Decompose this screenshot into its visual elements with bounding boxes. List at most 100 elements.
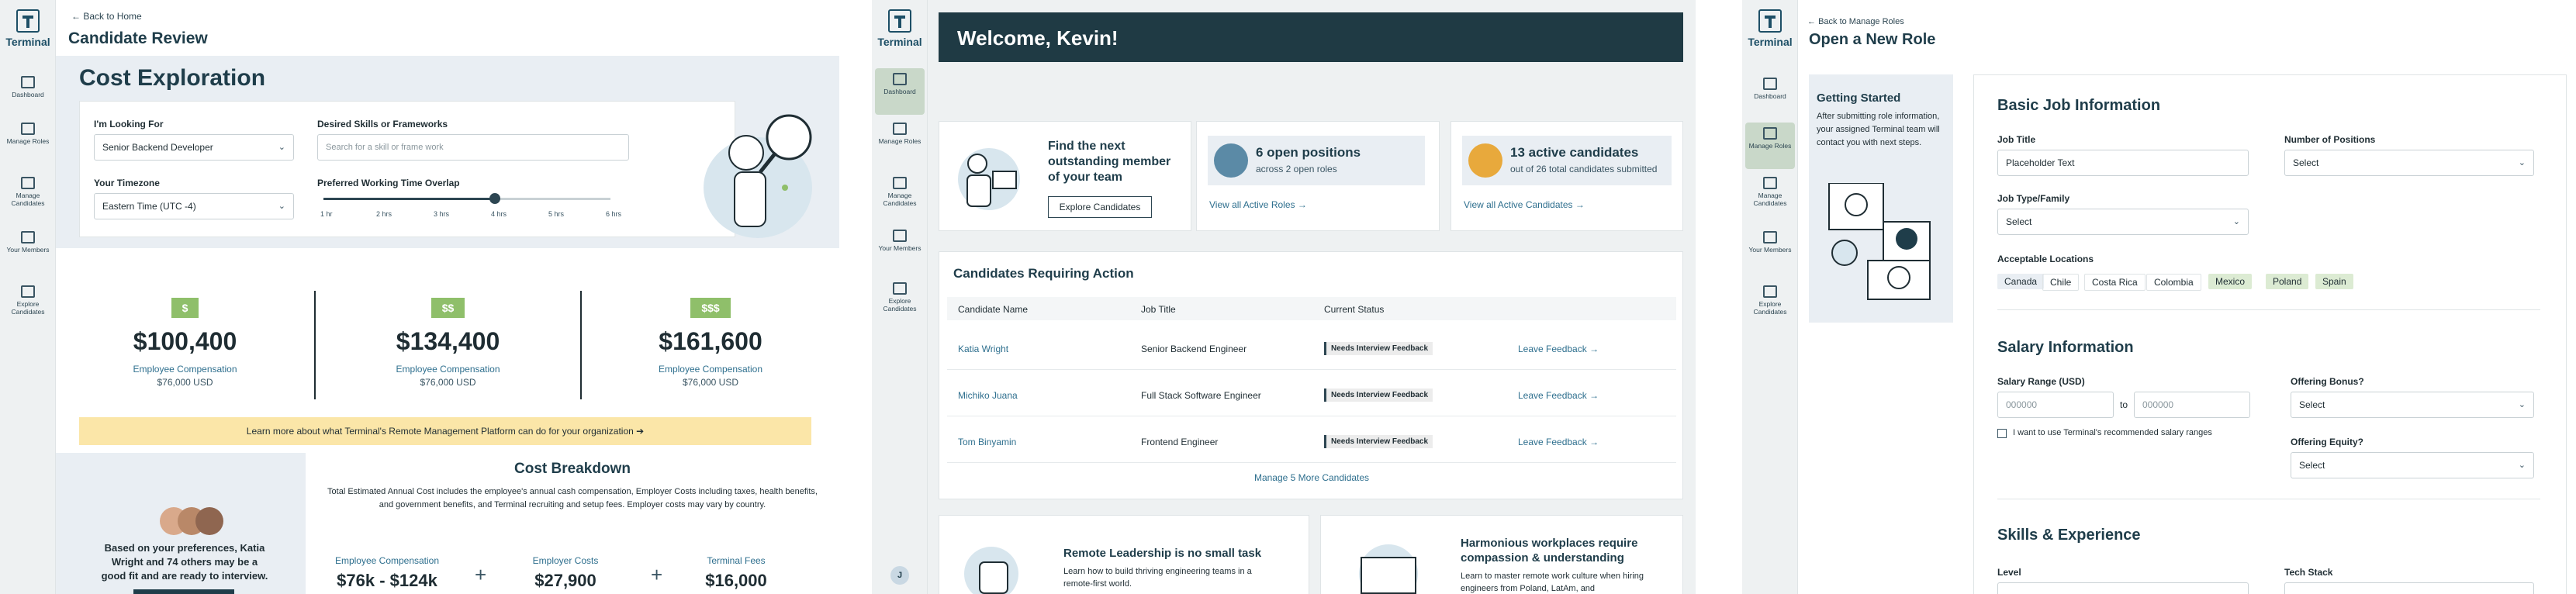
tier-card[interactable]: $$ $134,400 Employee Compensation $76,00…	[316, 287, 580, 388]
candidates-icon	[1468, 143, 1502, 178]
job-type-label: Job Type/Family	[1997, 193, 2070, 204]
arrow-right-icon: →	[1589, 390, 1599, 401]
match-button[interactable]	[133, 589, 234, 594]
candidate-name-link[interactable]: Michiko Juana	[958, 390, 1018, 401]
tier-card[interactable]: $ $100,400 Employee Compensation $76,000…	[56, 287, 314, 388]
nav-dashboard[interactable]: Dashboard	[3, 71, 53, 118]
location-tag[interactable]: Mexico	[2208, 274, 2253, 289]
nav-manage-roles[interactable]: Manage Roles	[875, 118, 925, 164]
candidate-name-link[interactable]: Tom Binyamin	[958, 437, 1016, 447]
nav-label: Dashboard	[12, 91, 44, 98]
tier-badge: $	[171, 298, 199, 318]
terminal-logo[interactable]: Terminal	[5, 9, 51, 48]
sidebar: Terminal Dashboard Manage Roles Manage C…	[0, 0, 56, 594]
arrow-right-icon: →	[1297, 199, 1307, 210]
column-header: Candidate Name	[958, 304, 1029, 315]
back-link[interactable]: ← Back to Manage Roles	[1807, 17, 1904, 26]
terminal-logo-icon	[888, 9, 911, 33]
nav-manage-candidates[interactable]: Manage Candidates	[875, 172, 925, 219]
cost-item: Employee Compensation $76k - $124k	[329, 555, 445, 591]
promo-card[interactable]: Harmonious workplaces require compassion…	[1320, 515, 1683, 594]
table-row[interactable]: Tom Binyamin Frontend Engineer Needs Int…	[947, 420, 1676, 463]
table-row[interactable]: Katia Wright Senior Backend Engineer Nee…	[947, 326, 1676, 370]
getting-started-text: After submitting role information, your …	[1817, 112, 1940, 147]
salary-max-input[interactable]: 000000	[2134, 392, 2250, 418]
job-title: Frontend Engineer	[1141, 437, 1219, 447]
platform-banner[interactable]: Learn more about what Terminal's Remote …	[79, 417, 811, 445]
positions-select-value: Select	[2293, 157, 2319, 168]
nav-explore-candidates[interactable]: Explore Candidates	[1745, 281, 1795, 327]
cost-exploration-panel: Cost Exploration I'm Looking For Senior …	[56, 56, 839, 248]
tier-card[interactable]: $$$ $161,600 Employee Compensation $76,0…	[582, 287, 839, 388]
logo-text: Terminal	[1748, 36, 1793, 48]
timezone-label: Your Timezone	[94, 178, 160, 188]
logo-text: Terminal	[877, 36, 922, 48]
tech-stack-select[interactable]	[2284, 582, 2534, 594]
nav-dashboard[interactable]: Dashboard	[875, 68, 925, 115]
job-title-input[interactable]: Placeholder Text	[1997, 150, 2249, 176]
location-tag[interactable]: Spain	[2315, 274, 2353, 289]
salary-title: Salary Information	[1997, 339, 2134, 356]
view-candidates-link[interactable]: View all Active Candidates →	[1464, 199, 1585, 210]
bonus-label: Offering Bonus?	[2291, 376, 2364, 387]
recommended-salary-checkbox[interactable]	[1997, 429, 2007, 438]
looking-label: I'm Looking For	[94, 119, 164, 130]
nav-explore-candidates[interactable]: Explore Candidates	[3, 281, 53, 327]
back-link[interactable]: ← Back to Home	[71, 11, 142, 22]
nav-explore-candidates[interactable]: Explore Candidates	[875, 278, 925, 324]
candidate-name-link[interactable]: Katia Wright	[958, 344, 1008, 354]
leave-feedback-link[interactable]: Leave Feedback →	[1518, 437, 1599, 447]
new-role-screen: Terminal Dashboard Manage Roles Manage C…	[1742, 0, 2576, 594]
location-tag[interactable]: Poland	[2266, 274, 2309, 289]
overlap-slider-fill	[323, 198, 496, 200]
nav-manage-candidates[interactable]: Manage Candidates	[1745, 172, 1795, 219]
nav-label: Manage Candidates	[883, 192, 917, 207]
tier-badge: $$	[430, 298, 465, 318]
skills-title: Skills & Experience	[1997, 527, 2141, 544]
nav-dashboard[interactable]: Dashboard	[1745, 73, 1795, 119]
timezone-select[interactable]: Eastern Time (UTC -4) ⌄	[94, 193, 294, 219]
location-tag[interactable]: Chile	[2042, 274, 2080, 291]
column-header: Current Status	[1324, 304, 1385, 315]
table-row[interactable]: Michiko Juana Full Stack Software Engine…	[947, 373, 1676, 416]
terminal-logo[interactable]: Terminal	[1747, 9, 1793, 48]
terminal-logo[interactable]: Terminal	[877, 9, 923, 48]
role-select[interactable]: Senior Backend Developer ⌄	[94, 134, 294, 161]
positions-label: Number of Positions	[2284, 134, 2376, 145]
chevron-down-icon: ⌄	[278, 143, 285, 152]
overlap-slider-handle[interactable]	[489, 193, 500, 204]
nav-your-members[interactable]: Your Members	[3, 226, 53, 273]
level-select[interactable]	[1997, 582, 2249, 594]
promo-title: Harmonious workplaces require compassion…	[1461, 537, 1638, 565]
location-tag[interactable]: Costa Rica	[2084, 274, 2146, 291]
equity-select[interactable]: Select ⌄	[2291, 452, 2534, 478]
nav-your-members[interactable]: Your Members	[1745, 226, 1795, 273]
location-tag[interactable]: Colombia	[2146, 274, 2201, 291]
positions-select[interactable]: Select ⌄	[2284, 150, 2534, 176]
explore-candidates-button[interactable]: Explore Candidates	[1048, 196, 1152, 218]
salary-range-label: Salary Range (USD)	[1997, 376, 2085, 387]
search-icon	[893, 282, 907, 295]
bonus-select-value: Select	[2299, 399, 2325, 410]
nav-your-members[interactable]: Your Members	[875, 225, 925, 271]
location-tag[interactable]: Canada	[1997, 274, 2045, 289]
bonus-select[interactable]: Select ⌄	[2291, 392, 2534, 418]
job-type-select[interactable]: Select ⌄	[1997, 209, 2249, 235]
user-avatar[interactable]: J	[890, 566, 909, 585]
candidate-review-screen: Terminal Dashboard Manage Roles Manage C…	[0, 0, 839, 594]
promo-card[interactable]: Remote Leadership is no small task Learn…	[939, 515, 1309, 594]
nav-manage-roles[interactable]: Manage Roles	[3, 118, 53, 164]
section-heading: Cost Exploration	[79, 65, 266, 91]
skills-search-input[interactable]: Search for a skill or frame work	[317, 134, 629, 161]
nav-manage-roles[interactable]: Manage Roles	[1745, 123, 1795, 169]
getting-started-panel: Getting Started After submitting role in…	[1809, 74, 1953, 323]
leave-feedback-link[interactable]: Leave Feedback →	[1518, 390, 1599, 401]
dashboard-icon	[893, 73, 907, 85]
salary-min-input[interactable]: 000000	[1997, 392, 2114, 418]
manage-more-link[interactable]: Manage 5 More Candidates	[939, 472, 1684, 483]
leave-feedback-link[interactable]: Leave Feedback →	[1518, 344, 1599, 354]
positions-title: 6 open positions	[1256, 145, 1361, 160]
search-icon	[21, 285, 35, 298]
nav-manage-candidates[interactable]: Manage Candidates	[3, 172, 53, 219]
view-roles-link[interactable]: View all Active Roles →	[1209, 199, 1307, 210]
